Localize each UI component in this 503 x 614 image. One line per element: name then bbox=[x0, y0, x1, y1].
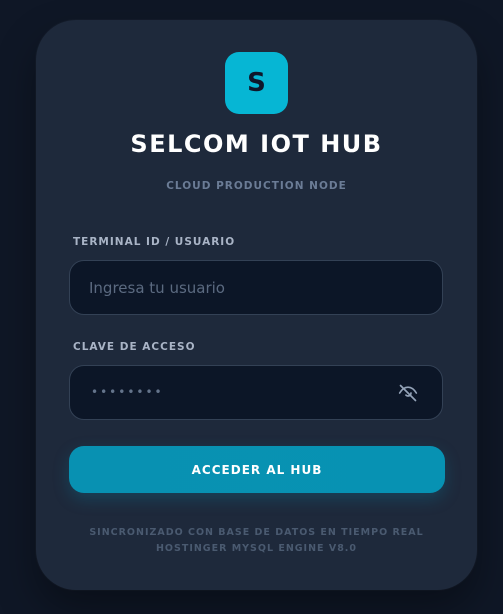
username-field-wrapper bbox=[69, 260, 443, 315]
app-logo: S bbox=[225, 52, 288, 114]
login-button[interactable]: ACCEDER AL HUB bbox=[69, 446, 445, 493]
footer-engine-text: HOSTINGER MYSQL ENGINE V8.0 bbox=[155, 543, 358, 554]
password-mask: •••••••• bbox=[91, 385, 164, 399]
login-card: S SELCOM IOT HUB CLOUD PRODUCTION NODE T… bbox=[36, 20, 477, 590]
app-title: SELCOM IOT HUB bbox=[130, 130, 383, 158]
footer-sync-text: SINCRONIZADO CON BASE DE DATOS EN TIEMPO… bbox=[89, 527, 424, 538]
username-input[interactable] bbox=[70, 261, 442, 314]
password-label: CLAVE DE ACCESO bbox=[73, 341, 196, 353]
app-subtitle: CLOUD PRODUCTION NODE bbox=[166, 180, 347, 192]
username-label: TERMINAL ID / USUARIO bbox=[73, 236, 236, 248]
eye-off-icon[interactable] bbox=[398, 383, 418, 403]
logo-letter: S bbox=[247, 68, 266, 98]
password-field[interactable]: •••••••• bbox=[69, 365, 443, 420]
